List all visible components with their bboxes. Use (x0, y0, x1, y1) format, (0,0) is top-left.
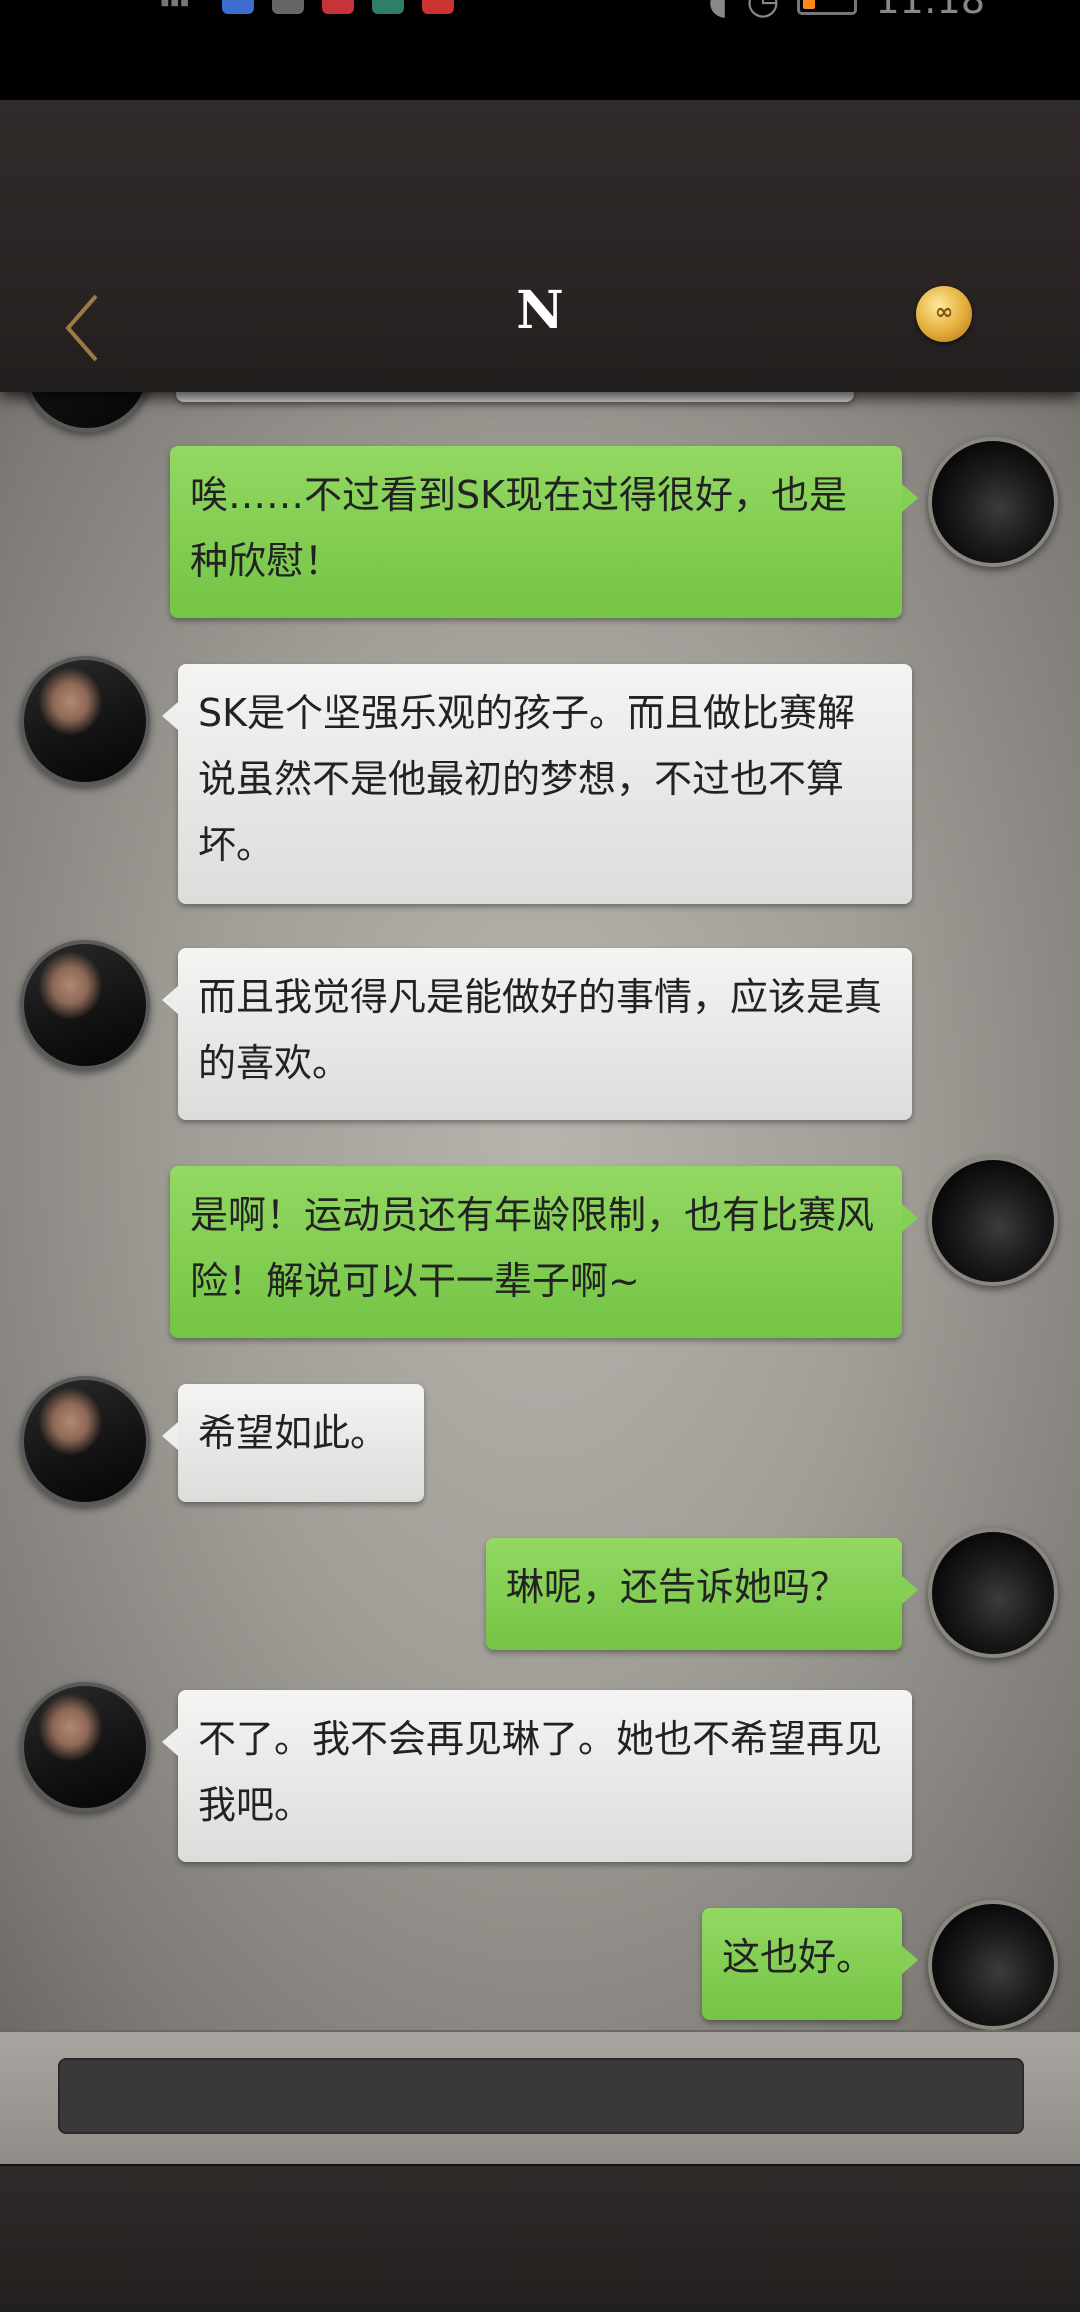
message-text: 唉……不过看到SK现在过得很好，也是种欣慰！ (190, 473, 848, 583)
infinity-icon: ∞ (934, 300, 954, 325)
coin-icon[interactable]: ∞ (916, 286, 972, 342)
message-bubble-incoming[interactable]: 而且我觉得凡是能做好的事情，应该是真的喜欢。 (162, 948, 912, 1120)
signal-icon: ▮▮▮ (160, 0, 204, 12)
message-bubble-incoming[interactable]: 不了。我不会再见琳了。她也不希望再见我吧。 (162, 1690, 912, 1862)
contact-avatar[interactable] (20, 656, 150, 786)
contact-avatar[interactable] (20, 1376, 150, 1506)
contact-avatar[interactable] (22, 392, 152, 432)
status-bar: ▮▮▮ ◖ ◷ 11:18 (0, 0, 1080, 100)
app-notification-icon (272, 0, 304, 14)
message-bubble-partial (176, 392, 854, 402)
chat-header: N ∞ (0, 100, 1080, 392)
battery-icon (797, 0, 858, 15)
app-notification-icon (322, 0, 354, 14)
message-input[interactable] (58, 2058, 1024, 2134)
app-notification-icon (222, 0, 254, 14)
status-time: 11:18 (875, 0, 985, 22)
message-text: 琳呢，还告诉她吗？ (506, 1565, 849, 1609)
message-text: 这也好。 (722, 1935, 875, 1979)
message-text: SK是个坚强乐观的孩子。而且做比赛解说虽然不是他最初的梦想，不过也不算坏。 (198, 691, 856, 867)
message-bubble-incoming[interactable]: SK是个坚强乐观的孩子。而且做比赛解说虽然不是他最初的梦想，不过也不算坏。 (162, 664, 912, 904)
contact-avatar[interactable] (20, 1682, 150, 1812)
message-bubble-outgoing[interactable]: 唉……不过看到SK现在过得很好，也是种欣慰！ (170, 446, 918, 618)
bottom-bar (0, 2164, 1080, 2312)
message-bubble-outgoing[interactable]: 是啊！运动员还有年龄限制，也有比赛风险！解说可以干一辈子啊~ (170, 1166, 918, 1338)
user-avatar[interactable] (928, 1156, 1058, 1286)
app-notification-icon (372, 0, 404, 14)
app-notification-icon (422, 0, 454, 14)
user-avatar[interactable] (928, 1900, 1058, 2030)
message-text: 不了。我不会再见琳了。她也不希望再见我吧。 (198, 1717, 883, 1827)
user-avatar[interactable] (928, 437, 1058, 567)
contact-avatar[interactable] (20, 940, 150, 1070)
message-text: 而且我觉得凡是能做好的事情，应该是真的喜欢。 (198, 975, 883, 1085)
alarm-icon: ◷ (746, 0, 780, 22)
message-bubble-outgoing[interactable]: 琳呢，还告诉她吗？ (486, 1538, 918, 1650)
message-text: 是啊！运动员还有年龄限制，也有比赛风险！解说可以干一辈子啊~ (190, 1193, 875, 1303)
message-bubble-incoming[interactable]: 希望如此。 (162, 1384, 424, 1502)
input-bar (0, 2030, 1080, 2166)
message-bubble-outgoing[interactable]: 这也好。 (702, 1908, 918, 2020)
message-list[interactable]: 唉……不过看到SK现在过得很好，也是种欣慰！ SK是个坚强乐观的孩子。而且做比赛… (0, 392, 1080, 2030)
message-text: 希望如此。 (198, 1411, 389, 1455)
vibrate-icon: ◖ (708, 0, 729, 22)
user-avatar[interactable] (928, 1528, 1058, 1658)
